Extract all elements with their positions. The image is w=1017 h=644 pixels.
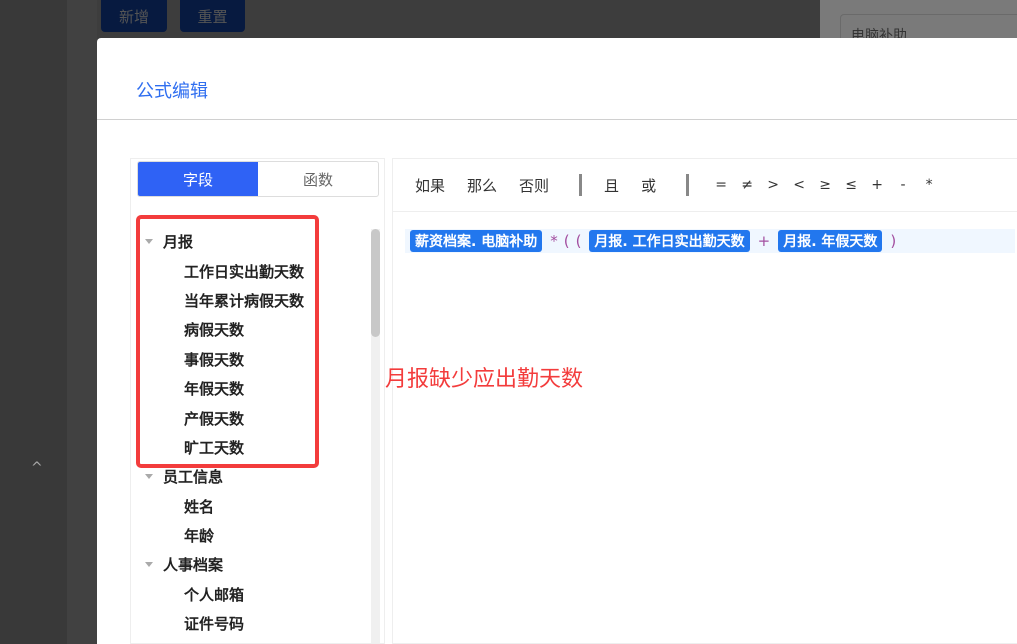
formula-operator: +: [757, 232, 771, 250]
overlay: [67, 0, 97, 644]
tree-group-label: 员工信息: [163, 468, 224, 487]
tree-group[interactable]: 人事档案: [131, 550, 369, 579]
operator-button[interactable]: =: [715, 177, 727, 193]
modal-title: 公式编辑: [136, 81, 208, 102]
add-button: 新增: [101, 0, 167, 32]
or-button[interactable]: 或: [641, 175, 656, 196]
formula-field-tag[interactable]: 月报. 工作日实出勤天数: [589, 230, 750, 252]
tab-functions[interactable]: 函数: [258, 162, 378, 196]
and-button[interactable]: 且: [604, 175, 619, 196]
formula-field-tag[interactable]: 月报. 年假天数: [778, 230, 883, 252]
operator-button[interactable]: <: [793, 177, 805, 193]
operator-button[interactable]: ≠: [741, 177, 753, 193]
highlight-box: [136, 215, 319, 468]
divider: [97, 119, 1017, 120]
formula-operator: *: [550, 232, 558, 250]
tree-group-label: 人事档案: [163, 556, 224, 575]
operator-button[interactable]: -: [897, 177, 909, 193]
separator: [579, 174, 583, 196]
annotation-text: 月报缺少应出勤天数: [385, 367, 584, 392]
operator-button[interactable]: ≤: [845, 177, 857, 193]
formula-paren: ): [890, 232, 897, 250]
scrollbar-thumb[interactable]: [371, 229, 380, 337]
tab-fields[interactable]: 字段: [138, 162, 258, 196]
formula-panel: 如果 那么 否则 且 或 = ≠ > < ≥ ≤ + - * 薪资档案. 电脑补助 * ( ( …: [392, 158, 1017, 644]
formula-field-tag[interactable]: 薪资档案. 电脑补助: [410, 230, 543, 252]
caret-down-icon[interactable]: [145, 562, 153, 568]
operator-button[interactable]: +: [871, 177, 883, 193]
then-button[interactable]: 那么: [467, 175, 497, 196]
formula-paren: (: [563, 232, 570, 250]
caret-down-icon[interactable]: [145, 474, 153, 480]
operator-button[interactable]: >: [767, 177, 779, 193]
overlay: [0, 0, 67, 644]
tree-field-item[interactable]: 个人邮箱: [131, 580, 369, 609]
formula-paren: (: [575, 232, 582, 250]
operator-toolbar: 如果 那么 否则 且 或 = ≠ > < ≥ ≤ + - *: [393, 159, 1017, 212]
separator: [686, 174, 690, 196]
chevron-up-icon: ^: [31, 460, 43, 476]
operator-button[interactable]: *: [923, 177, 935, 193]
tree-field-item[interactable]: 证件号码: [131, 609, 369, 638]
operator-button[interactable]: ≥: [819, 177, 831, 193]
tree-field-item[interactable]: 年龄: [131, 521, 369, 550]
scrollbar[interactable]: [371, 229, 380, 643]
tab-bar: 字段 函数: [137, 161, 379, 197]
formula-editor[interactable]: 薪资档案. 电脑补助 * ( ( 月报. 工作日实出勤天数 + 月报. 年假天数…: [405, 229, 1015, 253]
else-button[interactable]: 否则: [519, 175, 549, 196]
if-button[interactable]: 如果: [415, 175, 445, 196]
reset-button: 重置: [180, 0, 245, 32]
tree-field-item[interactable]: 姓名: [131, 492, 369, 521]
